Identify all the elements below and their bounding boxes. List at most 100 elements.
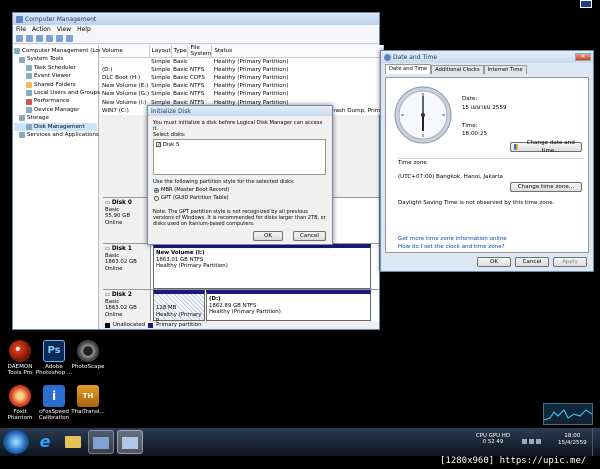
- tree-item-performance[interactable]: Performance: [14, 97, 97, 105]
- partition-status: Healthy (Primary Partition): [156, 263, 228, 269]
- gpt-label: GPT (GUID Partition Table): [161, 195, 229, 201]
- table-row[interactable]: (D:) Simple Basic NTFS Healthy (Primary Part…: [100, 66, 384, 74]
- disk-5-checkbox[interactable]: ✓: [156, 142, 161, 148]
- help-icon[interactable]: [56, 35, 63, 42]
- tree-item-system-tools[interactable]: System Tools: [14, 55, 97, 63]
- disk-label[interactable]: ▭ Disk 2 Basic 1863.02 GB Online: [103, 290, 151, 321]
- table-cell: NTFS: [189, 66, 205, 73]
- init-titlebar[interactable]: Initialize Disk: [148, 106, 332, 116]
- users-icon: [26, 90, 32, 97]
- col-layout[interactable]: Layout: [149, 45, 172, 58]
- table-row[interactable]: New Volume (E:) Simple Basic NTFS Healthy (P…: [100, 82, 384, 90]
- explorer-taskbar-icon[interactable]: [60, 430, 86, 454]
- time-label: Time:: [462, 123, 478, 129]
- col-status[interactable]: Status: [211, 45, 385, 58]
- change-dt-label: Change date and time...: [526, 140, 575, 154]
- col-type[interactable]: Type: [171, 45, 189, 58]
- partition-title: New Volume (I:): [156, 250, 205, 256]
- partition-d[interactable]: (D:) 1862.89 GB NTFS Healthy (Primary Pa…: [206, 290, 371, 321]
- table-row[interactable]: New Volume (G:) Simple Basic NTFS Healthy (P…: [100, 90, 384, 98]
- properties-icon[interactable]: [46, 35, 53, 42]
- disk-icon: ▭: [105, 200, 111, 206]
- desktop-icon-label: ThaiTransl...: [71, 409, 105, 415]
- menu-action[interactable]: Action: [32, 26, 51, 33]
- init-cancel-button[interactable]: Cancel: [293, 231, 326, 241]
- flag-icon[interactable]: [536, 439, 541, 444]
- col-volume[interactable]: Volume: [100, 45, 150, 58]
- table-cell: Simple: [151, 83, 171, 90]
- tab-date-time[interactable]: Date and Time: [385, 64, 432, 74]
- col-filesystem[interactable]: File System: [187, 45, 213, 58]
- menu-help[interactable]: Help: [77, 26, 91, 33]
- partition-style-label: Use the following partition style for th…: [153, 179, 295, 185]
- date-time-taskbar-item[interactable]: [117, 430, 143, 454]
- tray-clock[interactable]: 18:00 15/4/2559: [558, 433, 587, 447]
- tree-item-disk-management[interactable]: Disk Management: [14, 122, 97, 131]
- dt-title: Date and Time: [393, 53, 438, 61]
- timezone-info-link[interactable]: Get more time zone information online: [398, 236, 507, 242]
- computer-management-taskbar-item[interactable]: [88, 430, 114, 454]
- tree-label: Event Viewer: [34, 73, 71, 80]
- dst-text: Daylight Saving Time is not observed by …: [398, 200, 555, 206]
- init-ok-button[interactable]: OK: [253, 231, 283, 241]
- table-cell: Basic: [173, 74, 188, 81]
- show-desktop-button[interactable]: [592, 428, 600, 456]
- change-timezone-button[interactable]: Change time zone...: [510, 182, 582, 192]
- tree-item-local-users[interactable]: Local Users and Groups: [14, 89, 100, 97]
- disk-listbox[interactable]: ✓ Disk 5: [153, 139, 326, 175]
- table-cell: New Volume (I:): [102, 99, 147, 106]
- dt-cancel-button[interactable]: Cancel: [515, 257, 549, 267]
- ie-taskbar-icon[interactable]: e: [32, 430, 58, 454]
- tree-item-root[interactable]: Computer Management (Local: [14, 47, 107, 55]
- gpt-radio[interactable]: [154, 195, 159, 201]
- dt-titlebar[interactable]: Date and Time ✕: [381, 51, 593, 63]
- desktop-icon-thaitransl[interactable]: TH ThaiTransl...: [68, 385, 108, 415]
- partition-128mb[interactable]: 128 MB Healthy (Primary P: [153, 290, 205, 324]
- dt-ok-button[interactable]: OK: [477, 257, 511, 267]
- cm-titlebar[interactable]: Computer Management: [13, 13, 379, 25]
- disk-row-2: ▭ Disk 2 Basic 1863.02 GB Online 128 MB …: [103, 289, 379, 324]
- tree-item-shared-folders[interactable]: Shared Folders: [14, 81, 97, 89]
- time-value: 18:00:25: [462, 131, 488, 137]
- mbr-radio[interactable]: [154, 187, 159, 193]
- table-row[interactable]: Simple Basic Healthy (Primary Partition): [100, 58, 384, 66]
- gpt-option[interactable]: GPT (GUID Partition Table): [154, 195, 229, 201]
- tree-label: Task Scheduler: [34, 64, 76, 71]
- tree-label: Services and Applications: [27, 131, 99, 138]
- partition-new-volume-i[interactable]: New Volume (I:) 1863.01 GB NTFS Healthy …: [153, 244, 371, 289]
- tab-internet-time[interactable]: Internet Time: [483, 65, 527, 74]
- up-icon[interactable]: [36, 35, 43, 42]
- close-icon[interactable]: ✕: [575, 53, 591, 61]
- dt-apply-button[interactable]: Apply: [553, 257, 587, 267]
- table-cell: New Volume (G:): [102, 91, 150, 98]
- mbr-option[interactable]: MBR (Master Boot Record): [154, 187, 229, 193]
- tree-item-storage[interactable]: Storage: [14, 114, 97, 122]
- change-date-time-button[interactable]: Change date and time...: [510, 140, 582, 154]
- pc-icon[interactable]: [580, 0, 592, 8]
- volume-icon[interactable]: [529, 439, 534, 444]
- clock-icon: [26, 64, 32, 71]
- network-icon[interactable]: [522, 439, 527, 444]
- menu-view[interactable]: View: [57, 26, 71, 33]
- date-label: Date:: [462, 96, 478, 102]
- view-icon[interactable]: [66, 35, 73, 42]
- cpu-meter-gadget[interactable]: [543, 403, 593, 425]
- menu-file[interactable]: File: [16, 26, 26, 33]
- back-icon[interactable]: [16, 35, 23, 42]
- tree-item-event-viewer[interactable]: Event Viewer: [14, 72, 97, 80]
- tree-item-services[interactable]: Services and Applications: [14, 131, 99, 139]
- start-button[interactable]: [3, 430, 29, 454]
- disk-label[interactable]: ▭ Disk 0 Basic 55.90 GB Online: [103, 198, 151, 243]
- disk-label[interactable]: ▭ Disk 1 Basic 1863.02 GB Online: [103, 244, 151, 289]
- disk-5-label: Disk 5: [162, 142, 180, 148]
- tree-item-task-scheduler[interactable]: Task Scheduler: [14, 64, 97, 72]
- cm-menubar: File Action View Help: [13, 25, 379, 34]
- desktop-icon-photoscape[interactable]: PhotoScape: [68, 340, 108, 370]
- table-row[interactable]: DLC Boot (H:) Simple Basic CDFS Healthy (Pri…: [100, 74, 384, 82]
- table-cell: [188, 58, 212, 66]
- tab-additional-clocks[interactable]: Additional Clocks: [431, 65, 484, 74]
- tree-item-device-manager[interactable]: Device Manager: [14, 106, 97, 114]
- forward-icon[interactable]: [26, 35, 33, 42]
- cpu-graph: [543, 409, 593, 421]
- clock-help-link[interactable]: How do I set the clock and time zone?: [398, 244, 505, 250]
